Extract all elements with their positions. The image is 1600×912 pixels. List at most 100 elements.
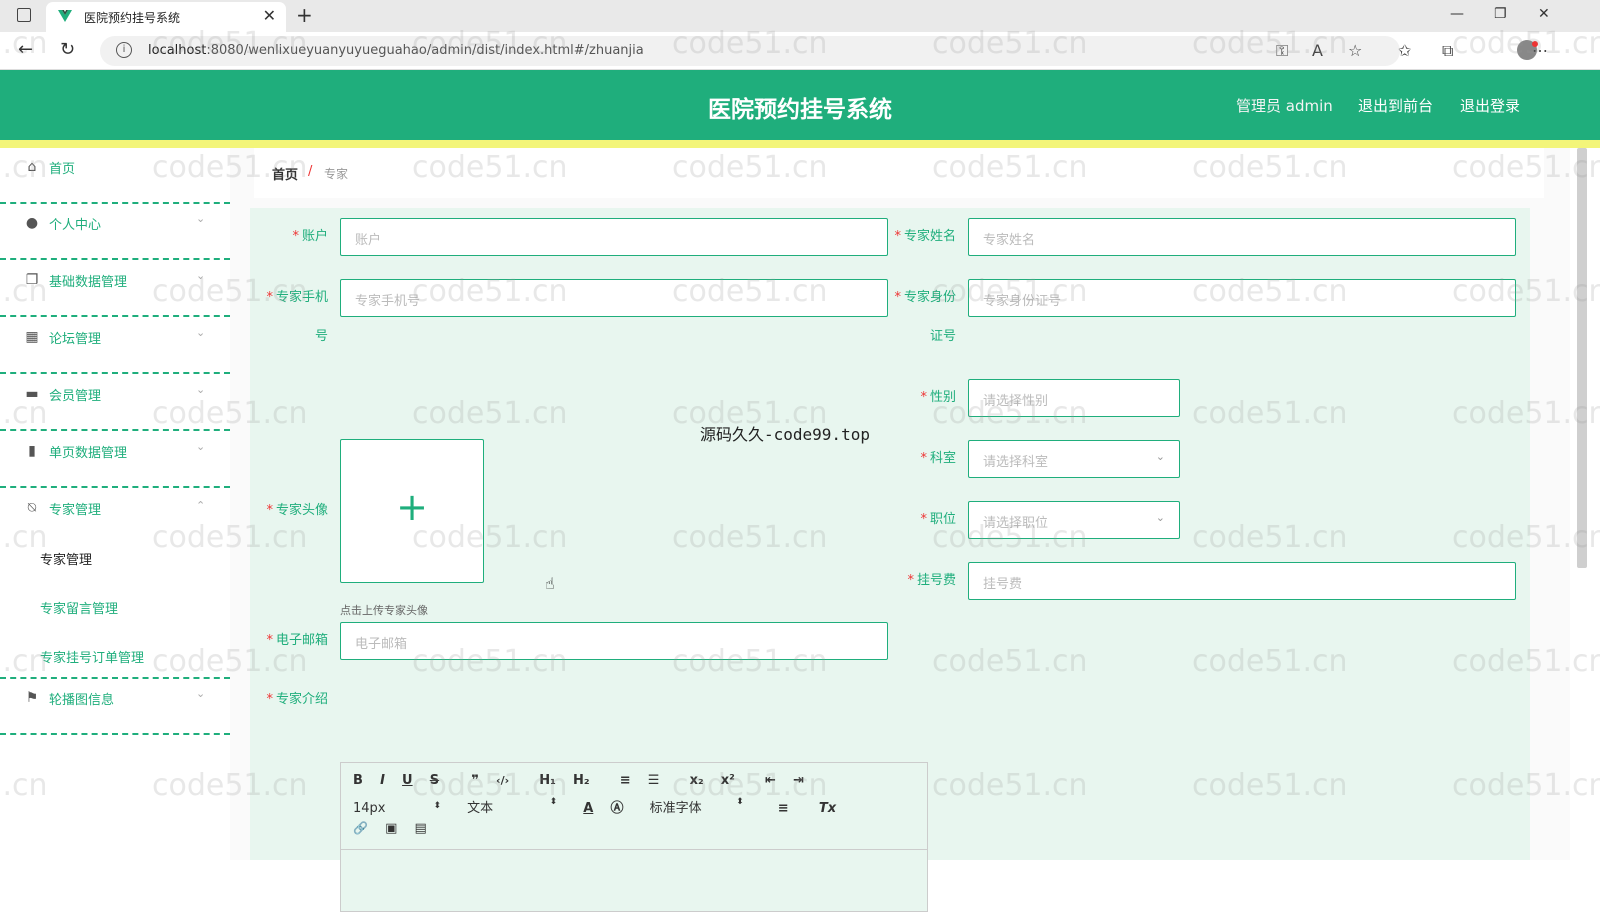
sidebar-item-basic-data[interactable]: ❐ 基础数据管理 ⌄ bbox=[0, 261, 230, 317]
ordered-list-icon[interactable]: ≡ bbox=[620, 773, 631, 788]
font-family-select[interactable]: 标准字体 ⬍ bbox=[650, 797, 774, 816]
tab-actions-icon[interactable] bbox=[17, 8, 31, 22]
breadcrumb-home[interactable]: 首页 bbox=[272, 164, 298, 183]
sidebar-item-members[interactable]: ▬ 会员管理 ⌄ bbox=[0, 375, 230, 431]
avatar-upload-tip: 点击上传专家头像 bbox=[340, 604, 428, 617]
address-bar: ← ↻ i localhost:8080/wenlixueyuanyuyuegu… bbox=[0, 32, 1600, 70]
h2-icon[interactable]: H₂ bbox=[573, 773, 590, 788]
sidebar-item-label: 轮播图信息 bbox=[49, 693, 115, 708]
idcard-label: * 专家身份 bbox=[894, 290, 956, 305]
bullet-list-icon[interactable]: ☰ bbox=[648, 773, 660, 788]
underline-icon[interactable]: U bbox=[402, 773, 413, 788]
editor-toolbar-row1: B I U S ❞ ‹/› H₁ H₂ ≡ ☰ x₂ x² ⇤ ⇥ bbox=[353, 773, 817, 788]
scrollbar-thumb[interactable] bbox=[1577, 148, 1587, 568]
breadcrumb: 首页 / 专家 bbox=[254, 148, 1544, 198]
sidebar-item-experts[interactable]: ⍉ 专家管理 ⌃ 专家管理 专家留言管理 专家挂号订单管理 bbox=[0, 489, 230, 679]
sidebar-item-carousel[interactable]: ⚑ 轮播图信息 ⌄ bbox=[0, 679, 230, 735]
sidebar-item-single-page[interactable]: ▮ 单页数据管理 ⌄ bbox=[0, 432, 230, 488]
vue-logo-icon bbox=[58, 10, 72, 22]
account-input[interactable]: 账户 bbox=[340, 218, 888, 256]
more-icon[interactable]: … bbox=[1532, 37, 1548, 56]
minimize-icon[interactable]: — bbox=[1450, 6, 1464, 22]
superscript-icon[interactable]: x² bbox=[721, 773, 735, 788]
favorites-icon[interactable]: ✩ bbox=[1398, 41, 1411, 60]
email-input[interactable]: 电子邮箱 bbox=[340, 622, 888, 660]
chevron-down-icon: ⌄ bbox=[196, 269, 206, 282]
add-favorite-icon[interactable]: ☆ bbox=[1348, 41, 1362, 60]
tab-close-icon[interactable]: ✕ bbox=[263, 6, 276, 25]
url-text: localhost:8080/wenlixueyuanyuyueguahao/a… bbox=[148, 43, 644, 58]
font-color-icon[interactable]: A bbox=[583, 801, 593, 816]
sidebar: ⌂ 首页 ● 个人中心 ⌄ ❐ 基础数据管理 ⌄ ▦ 论坛管理 ⌄ ▬ 会员管理… bbox=[0, 148, 230, 860]
italic-icon[interactable]: I bbox=[380, 773, 385, 788]
restore-icon[interactable]: ❐ bbox=[1494, 6, 1507, 22]
sidebar-item-personal-center[interactable]: ● 个人中心 ⌄ bbox=[0, 204, 230, 260]
clear-format-icon[interactable]: Tx bbox=[819, 801, 836, 816]
align-icon[interactable]: ≡ bbox=[778, 801, 789, 816]
new-tab-icon[interactable]: + bbox=[296, 3, 313, 27]
outdent-icon[interactable]: ⇤ bbox=[765, 773, 776, 788]
refresh-icon[interactable]: ↻ bbox=[60, 39, 75, 60]
submenu-expert-manage[interactable]: 专家管理 bbox=[40, 549, 92, 568]
idcard-input[interactable]: 专家身份证号 bbox=[968, 279, 1516, 317]
position-select[interactable]: 请选择职位 ⌄ bbox=[968, 501, 1180, 539]
logout-link[interactable]: 退出登录 bbox=[1460, 95, 1520, 116]
name-input[interactable]: 专家姓名 bbox=[968, 218, 1516, 256]
sidebar-item-home[interactable]: ⌂ 首页 bbox=[0, 148, 230, 204]
indent-icon[interactable]: ⇥ bbox=[793, 773, 804, 788]
plus-icon: + bbox=[396, 485, 428, 529]
image-icon[interactable]: ▣ bbox=[385, 821, 397, 836]
current-user: 管理员 admin bbox=[1236, 97, 1333, 115]
chevron-down-icon: ⌄ bbox=[196, 326, 206, 339]
chevron-down-icon: ⌄ bbox=[1155, 450, 1165, 463]
submenu-expert-messages[interactable]: 专家留言管理 bbox=[40, 598, 118, 617]
text-type-select[interactable]: 文本 ⬍ bbox=[467, 797, 579, 816]
fee-label: * 挂号费 bbox=[907, 573, 956, 588]
read-aloud-icon[interactable]: A bbox=[1312, 41, 1323, 60]
name-label: * 专家姓名 bbox=[894, 229, 956, 244]
bar-chart-icon: ▮ bbox=[28, 443, 36, 459]
background-color-icon[interactable]: Ⓐ bbox=[610, 797, 623, 816]
chevron-down-icon: ⌄ bbox=[1155, 511, 1165, 524]
editor-toolbar-row2: 14px ⬍ 文本 ⬍ A Ⓐ 标准字体 ⬍ ≡ Tx bbox=[353, 797, 849, 816]
home-icon: ⌂ bbox=[27, 159, 37, 175]
url-field[interactable]: i localhost:8080/wenlixueyuanyuyueguahao… bbox=[100, 36, 1400, 66]
back-to-front-link[interactable]: 退出到前台 bbox=[1358, 95, 1433, 116]
chevron-down-icon: ⌄ bbox=[196, 440, 206, 453]
flag-icon: ⚑ bbox=[25, 690, 39, 706]
subscript-icon[interactable]: x₂ bbox=[690, 773, 704, 788]
window-close-icon[interactable]: ✕ bbox=[1538, 6, 1550, 22]
browser-tab[interactable]: 医院预约挂号系统 ✕ bbox=[46, 2, 286, 32]
h1-icon[interactable]: H₁ bbox=[539, 773, 556, 788]
dept-select[interactable]: 请选择科室 ⌄ bbox=[968, 440, 1180, 478]
bold-icon[interactable]: B bbox=[353, 773, 363, 788]
tab-title: 医院预约挂号系统 bbox=[84, 11, 181, 25]
sidebar-item-forum[interactable]: ▦ 论坛管理 ⌄ bbox=[0, 318, 230, 374]
editor-content-area[interactable] bbox=[341, 849, 927, 911]
scrollbar[interactable] bbox=[1570, 148, 1600, 860]
submenu-expert-orders[interactable]: 专家挂号订单管理 bbox=[40, 647, 144, 666]
link-icon[interactable]: 🔗 bbox=[353, 821, 368, 835]
hand-cursor-icon: ☝ bbox=[545, 574, 555, 593]
code-icon[interactable]: ‹/› bbox=[496, 774, 509, 787]
rich-text-editor: B I U S ❞ ‹/› H₁ H₂ ≡ ☰ x₂ x² ⇤ ⇥ 14px ⬍ … bbox=[340, 762, 928, 912]
editor-toolbar-row3: 🔗 ▣ ▤ bbox=[353, 821, 440, 836]
collections-icon[interactable]: ⧉ bbox=[1442, 41, 1453, 61]
phone-label-cont: 号 bbox=[314, 329, 328, 344]
sidebar-item-label: 个人中心 bbox=[49, 218, 102, 233]
font-size-select[interactable]: 14px ⬍ bbox=[353, 801, 463, 816]
video-icon[interactable]: ▤ bbox=[415, 821, 427, 836]
intro-label: * 专家介绍 bbox=[266, 692, 328, 707]
quote-icon[interactable]: ❞ bbox=[471, 773, 479, 788]
key-icon[interactable]: ⚿ bbox=[1276, 41, 1288, 61]
phone-input[interactable]: 专家手机号 bbox=[340, 279, 888, 317]
idcard-label-cont: 证号 bbox=[929, 329, 956, 344]
breadcrumb-separator: / bbox=[308, 164, 313, 179]
info-icon[interactable]: i bbox=[116, 42, 132, 58]
avatar-upload[interactable]: + bbox=[340, 439, 484, 583]
strike-icon[interactable]: S bbox=[430, 773, 439, 788]
back-icon[interactable]: ← bbox=[18, 39, 33, 60]
email-label: * 电子邮箱 bbox=[266, 633, 328, 648]
gender-select[interactable]: 请选择性别 bbox=[968, 379, 1180, 417]
fee-input[interactable]: 挂号费 bbox=[968, 562, 1516, 600]
